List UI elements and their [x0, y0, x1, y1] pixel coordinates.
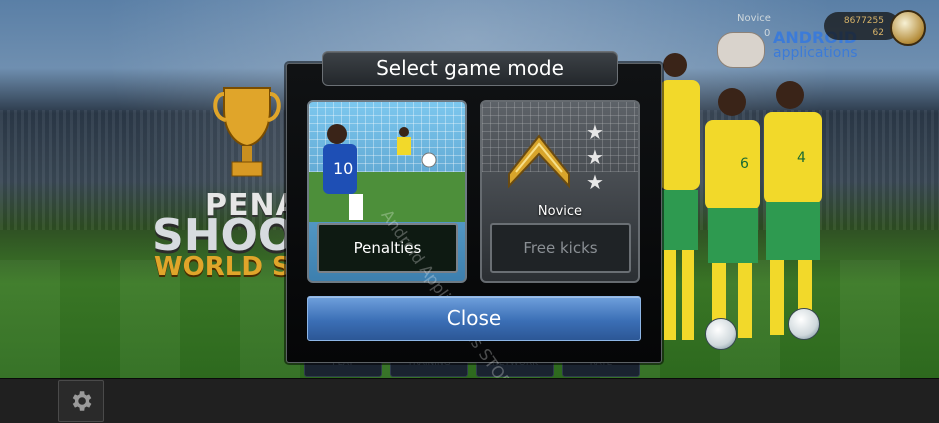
rank-label: Novice: [537, 204, 583, 219]
level-value: 0: [764, 28, 771, 39]
dog-avatar-icon: [717, 32, 765, 68]
svg-text:4: 4: [797, 150, 806, 166]
watermark-sub: applications: [773, 45, 858, 61]
dialog-title: Select game mode: [322, 51, 618, 86]
mode-card-penalties[interactable]: 10 Penalties: [307, 100, 467, 283]
rank-stars: ★ ★ ★: [586, 120, 604, 194]
close-button[interactable]: Close: [307, 296, 641, 341]
coin-icon: [890, 10, 926, 46]
settings-button[interactable]: [58, 380, 104, 422]
level-label: Novice: [737, 13, 771, 24]
bottom-bar: [0, 378, 939, 423]
mode-card-free-kicks[interactable]: ★ ★ ★ Novice Free kicks: [480, 100, 640, 283]
ball: [705, 318, 737, 350]
gear-icon: [72, 391, 92, 411]
coins-top: 8677255: [843, 16, 884, 26]
trophy-icon: [213, 87, 281, 177]
mode-label-free-kicks: Free kicks: [490, 223, 631, 273]
svg-text:6: 6: [740, 156, 749, 172]
coins-bottom: 62: [872, 28, 884, 38]
chevron-rank-icon: [508, 134, 570, 189]
ball: [788, 308, 820, 340]
coins-counter: 8677255 62: [824, 12, 900, 40]
penalty-kicker-illustration: 10: [309, 124, 465, 222]
svg-text:10: 10: [333, 159, 353, 178]
